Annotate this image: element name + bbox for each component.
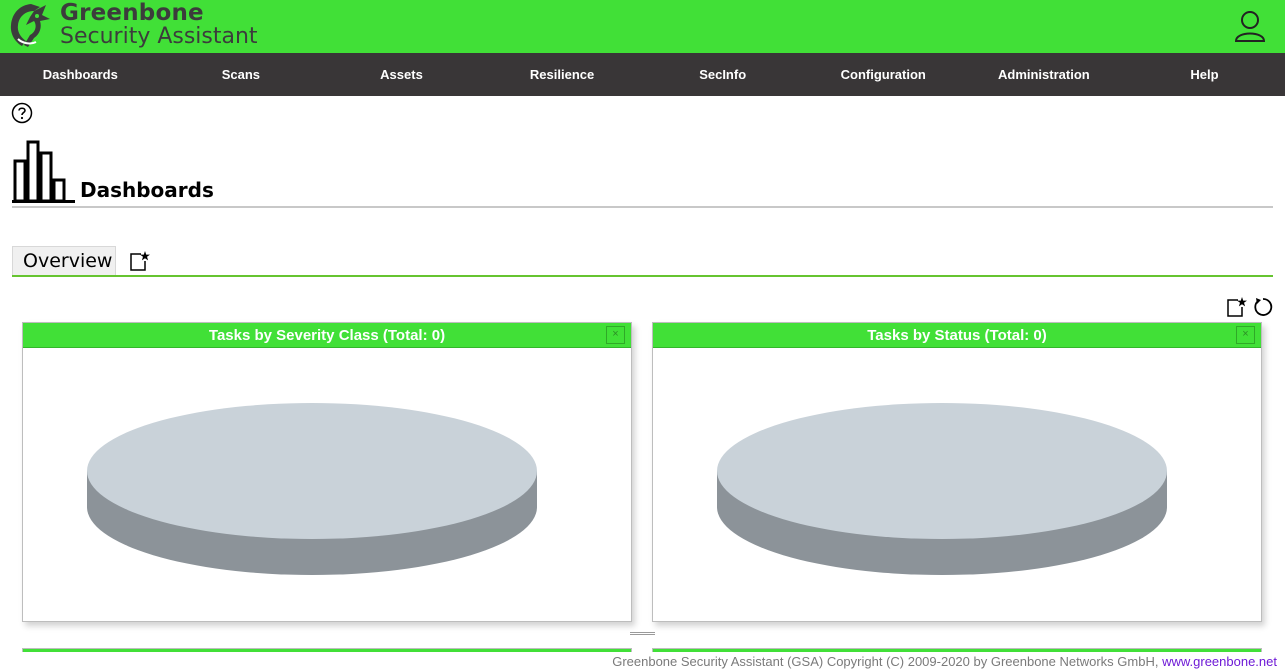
close-display-button[interactable]: × — [606, 326, 625, 344]
display-title: Tasks by Severity Class (Total: 0) — [208, 327, 446, 344]
empty-pie-chart — [87, 403, 537, 575]
main-menu: Dashboards Scans Assets Resilience SecIn… — [0, 53, 1285, 96]
tab-overview[interactable]: Overview — [12, 246, 116, 276]
menu-dashboards[interactable]: Dashboards — [0, 53, 161, 96]
menu-help[interactable]: Help — [1124, 53, 1285, 96]
display-tasks-by-status: Tasks by Status (Total: 0) × — [652, 322, 1262, 622]
app-header: Greenbone Security Assistant — [0, 0, 1285, 53]
display-title: Tasks by Status (Total: 0) — [867, 327, 1047, 344]
reset-icon[interactable] — [1253, 297, 1273, 317]
menu-administration[interactable]: Administration — [964, 53, 1125, 96]
footer-copyright: Greenbone Security Assistant (GSA) Copyr… — [612, 654, 1163, 669]
brand-line2: Security Assistant — [60, 24, 258, 49]
footer: Greenbone Security Assistant (GSA) Copyr… — [0, 652, 1285, 671]
new-dashboard-icon[interactable] — [128, 250, 150, 272]
menu-secinfo[interactable]: SecInfo — [642, 53, 803, 96]
add-display-icon[interactable] — [1225, 296, 1247, 318]
dashboard-bar-chart-icon — [12, 140, 75, 203]
display-header[interactable]: Tasks by Severity Class (Total: 0) × — [23, 323, 631, 348]
help-icon[interactable] — [11, 102, 33, 124]
user-icon[interactable] — [1233, 9, 1267, 43]
title-divider — [12, 206, 1273, 208]
empty-pie-chart — [717, 403, 1167, 575]
menu-scans[interactable]: Scans — [161, 53, 322, 96]
close-display-button[interactable]: × — [1236, 326, 1255, 344]
page-title: Dashboards — [80, 178, 214, 202]
display-tasks-by-severity: Tasks by Severity Class (Total: 0) × — [22, 322, 632, 622]
tab-underline — [12, 275, 1273, 277]
greenbone-dragon-logo-icon — [10, 4, 50, 47]
row-resize-handle[interactable] — [630, 632, 655, 635]
brand-wordmark: Greenbone Security Assistant — [60, 2, 258, 48]
menu-resilience[interactable]: Resilience — [482, 53, 643, 96]
menu-configuration[interactable]: Configuration — [803, 53, 964, 96]
footer-link[interactable]: www.greenbone.net — [1162, 654, 1277, 669]
display-header[interactable]: Tasks by Status (Total: 0) × — [653, 323, 1261, 348]
brand-line1: Greenbone — [60, 0, 204, 26]
menu-assets[interactable]: Assets — [321, 53, 482, 96]
